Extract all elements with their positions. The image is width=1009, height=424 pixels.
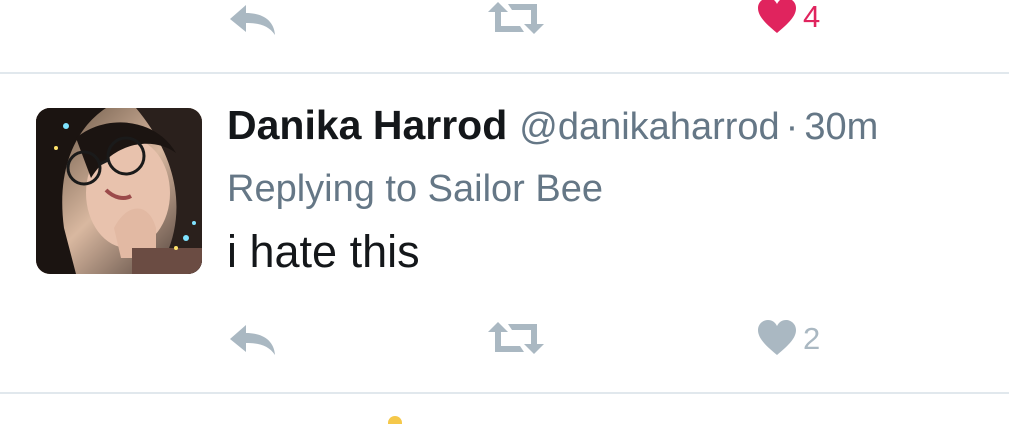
avatar[interactable] xyxy=(36,108,202,274)
separator-dot: · xyxy=(785,106,799,148)
retweet-icon xyxy=(488,2,544,34)
retweet-icon xyxy=(488,322,544,354)
next-tweet-partial xyxy=(388,416,402,424)
heart-icon xyxy=(758,320,796,355)
like-button[interactable]: 2 xyxy=(757,320,820,356)
tweet-text: i hate this xyxy=(227,226,420,277)
author-name[interactable]: Danika Harrod xyxy=(227,102,507,148)
tweet[interactable]: Danika Harrod @danikaharrod · 30m Replying … xyxy=(0,74,1009,392)
tweet-header: Danika Harrod @danikaharrod · 30m xyxy=(227,102,878,149)
retweet-button[interactable] xyxy=(486,320,546,356)
timestamp[interactable]: 30m xyxy=(804,106,878,148)
previous-tweet-actions: 4 xyxy=(0,0,1009,50)
like-count: 4 xyxy=(803,0,821,34)
reply-button[interactable] xyxy=(228,2,278,36)
like-count: 2 xyxy=(803,320,821,356)
avatar-photo xyxy=(36,108,202,274)
reply-icon xyxy=(230,5,275,35)
author-handle[interactable]: @danikaharrod xyxy=(519,106,779,148)
timeline: 4 Danika Harrod @danikaharrod · 30m Repl… xyxy=(0,0,1009,424)
like-button[interactable]: 4 xyxy=(757,0,820,34)
reply-button[interactable] xyxy=(228,322,278,356)
retweet-button[interactable] xyxy=(486,0,546,36)
heart-icon xyxy=(758,0,796,33)
replying-to[interactable]: Replying to Sailor Bee xyxy=(227,168,603,211)
divider xyxy=(0,392,1009,394)
tweet-actions: 2 xyxy=(0,320,1009,370)
reply-icon xyxy=(230,325,275,355)
